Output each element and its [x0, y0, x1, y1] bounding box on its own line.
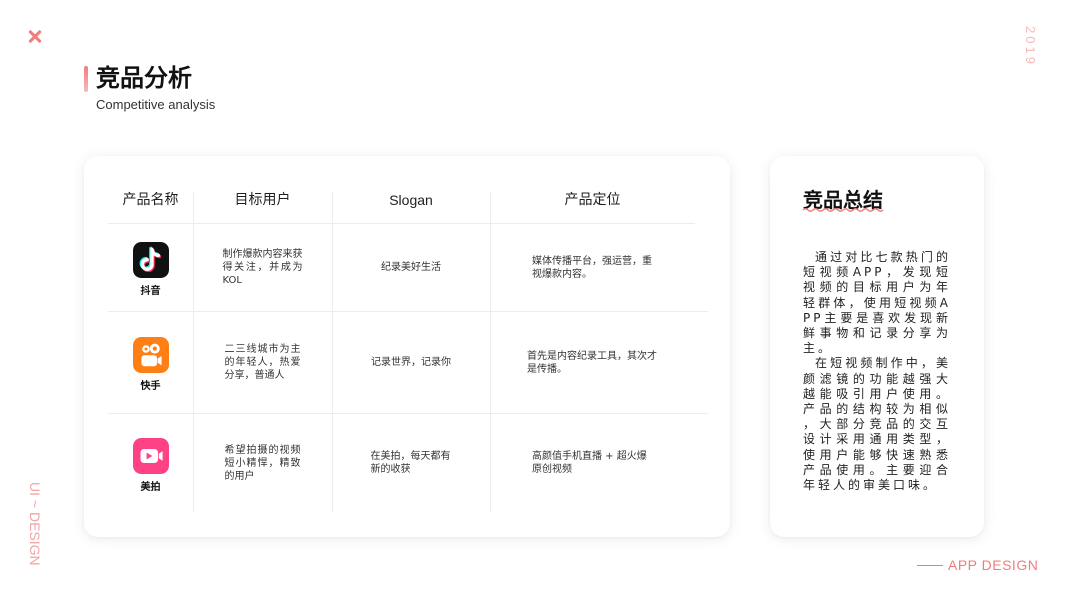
slogan-cell: 纪录美好生活 [332, 224, 490, 311]
slogan-text: 记录世界，记录你 [371, 357, 451, 368]
page-title: 竞品分析 [96, 64, 192, 92]
positioning-text: 媒体传播平台，强运营，重视爆款内容。 [532, 255, 652, 280]
x-mark-icon [28, 29, 42, 43]
product-cell: 抖音 [108, 224, 193, 311]
product-name: 美拍 [140, 481, 161, 493]
table-row: 快手 二三线城市为主的年轻人，热爱分享，普通人 记录世界，记录你 首先是内容纪录… [108, 312, 708, 414]
douyin-app-icon [132, 242, 169, 278]
meipai-app-icon [132, 437, 169, 474]
target-users-cell: 制作爆款内容来获得关注，并成为KOL [193, 224, 332, 311]
slogan-text: 纪录美好生活 [381, 262, 441, 273]
target-users-cell: 希望拍摄的视频短小精悍，精致的用户 [193, 414, 332, 512]
column-divider [490, 192, 491, 512]
summary-body: 通过对比七款热门的短视频APP，发现短视频的目标用户为年轻群体，使用短视频APP… [803, 250, 951, 493]
column-divider [332, 192, 333, 512]
target-users-text: 希望拍摄的视频短小精悍，精致的用户 [224, 444, 301, 482]
target-users-cell: 二三线城市为主的年轻人，热爱分享，普通人 [193, 312, 332, 413]
page-subtitle: Competitive analysis [96, 97, 216, 112]
column-header-product: 产品名称 [122, 192, 179, 208]
product-name: 抖音 [140, 286, 161, 297]
footer-rule [917, 565, 943, 566]
side-label: UI ~ DESIGN [27, 482, 43, 566]
wavy-underline [802, 208, 884, 212]
positioning-cell: 首先是内容纪录工具，其次才是传播。 [490, 312, 695, 413]
target-users-text: 制作爆款内容来获得关注，并成为KOL [222, 249, 303, 286]
kuaishou-app-icon [132, 337, 169, 373]
slogan-text: 在美拍，每天都有新的收获 [370, 451, 451, 475]
title-accent-bar [84, 66, 88, 92]
column-header-target-users: 目标用户 [234, 192, 291, 208]
table-row: 抖音 制作爆款内容来获得关注，并成为KOL 纪录美好生活 媒体传播平台，强运营，… [108, 224, 708, 312]
positioning-text: 首先是内容纪录工具，其次才是传播。 [527, 350, 657, 375]
slogan-cell: 记录世界，记录你 [332, 312, 490, 413]
slide: 竞品分析 Competitive analysis 2019 UI ~ DESI… [0, 0, 1067, 600]
target-users-text: 二三线城市为主的年轻人，热爱分享，普通人 [224, 344, 301, 381]
column-header-positioning: 产品定位 [564, 192, 621, 208]
comparison-table-card: 产品名称 目标用户 Slogan 产品定位 抖音 制作爆款内容来获得关注，并成为… [84, 156, 730, 537]
product-name: 快手 [140, 381, 161, 392]
table-header-row: 产品名称 目标用户 Slogan 产品定位 [108, 186, 708, 224]
slogan-cell: 在美拍，每天都有新的收获 [332, 414, 490, 512]
table-row: 美拍 希望拍摄的视频短小精悍，精致的用户 在美拍，每天都有新的收获 高颜值手机直… [108, 414, 708, 512]
comparison-table: 产品名称 目标用户 Slogan 产品定位 抖音 制作爆款内容来获得关注，并成为… [108, 186, 708, 512]
product-cell: 快手 [108, 312, 193, 413]
header-divider [108, 223, 695, 224]
column-header-slogan: Slogan [389, 192, 433, 208]
summary-paragraph: 在短视频制作中，美颜滤镜的功能越强大越能吸引用户使用。产品的结构较为相似，大部分… [803, 356, 951, 493]
summary-paragraph: 通过对比七款热门的短视频APP，发现短视频的目标用户为年轻群体，使用短视频APP… [803, 250, 951, 356]
year-label: 2019 [1023, 26, 1038, 67]
footer-label: APP DESIGN [948, 557, 1039, 573]
summary-card: 竞品总结 通过对比七款热门的短视频APP，发现短视频的目标用户为年轻群体，使用短… [770, 156, 984, 537]
product-cell: 美拍 [108, 414, 193, 512]
positioning-cell: 媒体传播平台，强运营，重视爆款内容。 [490, 224, 695, 311]
positioning-cell: 高颜值手机直播 + 超火爆原创视频 [490, 414, 695, 512]
column-divider [193, 192, 194, 512]
positioning-text: 高颜值手机直播 + 超火爆原创视频 [532, 451, 647, 475]
